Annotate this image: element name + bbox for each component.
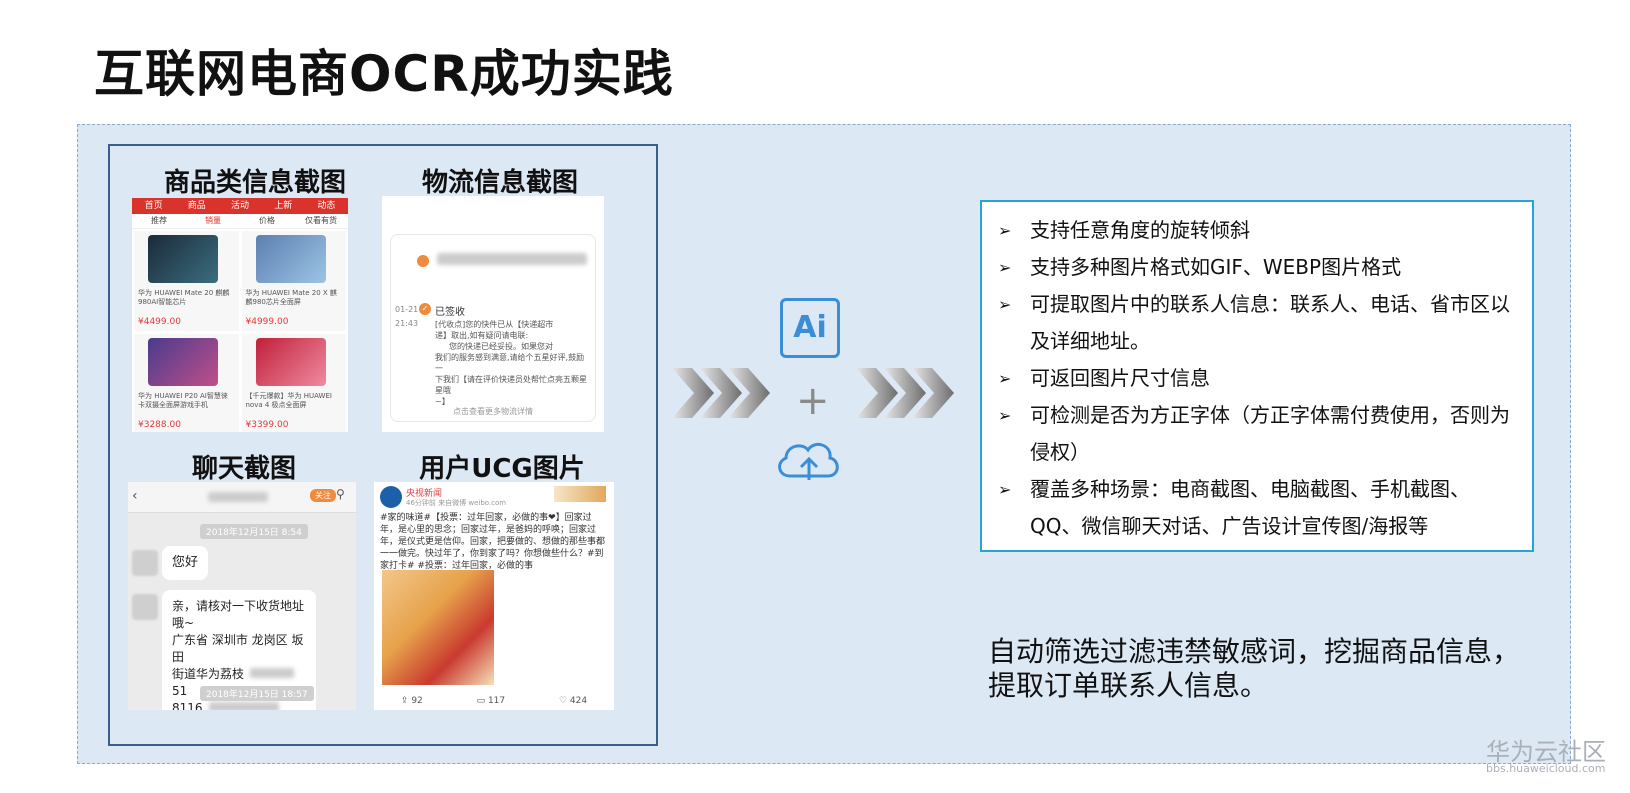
product-card: 华为 HUAWEI Mate 20 麒麟980AI智能芯片 ¥4499.00 <box>134 231 239 331</box>
chat-bubble: 您好 <box>162 546 209 580</box>
ugc-stats: ⇪ 92 ▭ 117 ♡ 424 <box>400 696 588 706</box>
feature-item: ➢ 支持任意角度的旋转倾斜 <box>994 212 1520 249</box>
product-name: 华为 HUAWEI Mate 20 X 麒麟980芯片全面屏 <box>245 289 337 306</box>
feature-item-continued: 及详细地址。 <box>1030 329 1150 353</box>
follow-badge: 关注 <box>310 489 336 502</box>
feature-item: ➢ 支持多种图片格式如GIF、WEBP图片格式 <box>994 249 1520 286</box>
logistics-more-link: 点击查看更多物流详情 <box>453 407 533 416</box>
banner-image <box>554 486 606 502</box>
arrow-bullet-icon: ➢ <box>998 406 1012 425</box>
product-price: ¥4999.00 <box>245 317 289 327</box>
product-card: 华为 HUAWEI Mate 20 X 麒麟980芯片全面屏 ¥4999.00 <box>241 231 346 331</box>
phone-image <box>148 338 218 386</box>
feature-item-continued: QQ、微信聊天对话、广告设计宣传图/海报等 <box>1030 514 1429 538</box>
share-icon: ⇪ <box>400 696 412 706</box>
product-price: ¥3288.00 <box>138 420 181 430</box>
chat-header: ‹ 关注 ⚲ <box>128 482 356 513</box>
ugc-illustration <box>382 570 494 685</box>
arrow-bullet-icon: ➢ <box>998 258 1012 277</box>
feature-item: ➢ 可返回图片尺寸信息 <box>994 360 1520 397</box>
product-price: ¥3399.00 <box>245 420 289 430</box>
product-sort-bar: 推荐 销量 价格 仅看有货 <box>132 214 348 229</box>
chevron-arrows-icon <box>672 368 770 418</box>
product-tabs: 首页 商品 活动 上新 动态 <box>132 198 348 214</box>
logistics-screenshot: 01-21 21:43 ✓ 已签收 [代收点]您的快件已从【快递超市 递】取出,… <box>382 196 604 432</box>
feature-item: ➢ 可检测是否为方正字体（方正字体需付费使用，否则为 <box>994 397 1520 434</box>
sort-option: 推荐 <box>151 216 167 225</box>
ugc-meta: 46分钟前 来自微博 weibo.com <box>406 499 507 507</box>
chat-timestamp: 2018年12月15日 18:57 <box>200 686 314 701</box>
arrow-bullet-icon: ➢ <box>998 295 1012 314</box>
logistics-dot-icon <box>417 255 429 267</box>
avatar <box>132 594 158 620</box>
logistics-time: 21:43 <box>395 319 419 328</box>
ugc-screenshot: 央视新闻 46分钟前 来自微博 weibo.com #家的味道#【投票：过年回家… <box>374 482 614 710</box>
product-name: 华为 HUAWEI Mate 20 麒麟980AI智能芯片 <box>138 289 230 306</box>
chat-timestamp: 2018年12月15日 8:54 <box>200 524 308 539</box>
product-price: ¥4499.00 <box>138 317 181 327</box>
logistics-detail: [代收点]您的快件已从【快递超市 递】取出,如有疑问请电联: 您的快递已经妥投。… <box>435 320 587 406</box>
feature-list: ➢ 支持任意角度的旋转倾斜 ➢ 支持多种图片格式如GIF、WEBP图片格式 ➢ 可提取… <box>994 212 1520 545</box>
chevron-arrows-icon <box>856 368 954 418</box>
product-card: 【千元爆款】华为 HUAWEI nova 4 极点全面屏 ¥3399.00 <box>241 334 346 432</box>
ai-icon: Ai <box>780 298 840 358</box>
cloud-upload-icon <box>778 442 839 480</box>
screenshot-collection: 商品类信息截图 物流信息截图 聊天截图 用户UCG图片 首页 商品 活动 上新 … <box>108 144 658 746</box>
cctv-avatar-icon <box>380 486 402 508</box>
ugc-text: #家的味道#【投票：过年回家，必做的事❤】回家过年，是心里的思念；回家过年，是爸… <box>380 513 606 571</box>
summary-text: 自动筛选过滤违禁敏感词，挖掘商品信息， 提取订单联系人信息。 <box>988 635 1521 702</box>
arrow-bullet-icon: ➢ <box>998 369 1012 388</box>
phone-image <box>255 338 326 386</box>
like-icon: ♡ <box>558 696 570 706</box>
feature-list-box: ➢ 支持任意角度的旋转倾斜 ➢ 支持多种图片格式如GIF、WEBP图片格式 ➢ 可提取… <box>980 200 1534 552</box>
sort-option: 仅看有货 <box>305 216 337 225</box>
avatar <box>132 550 158 576</box>
logistics-status: 已签收 <box>435 307 465 318</box>
product-card: 华为 HUAWEI P20 AI智慧徕卡双摄全面屏游戏手机 ¥3288.00 <box>134 334 239 432</box>
product-grid: 华为 HUAWEI Mate 20 麒麟980AI智能芯片 ¥4499.00 华… <box>132 229 348 432</box>
product-name: 【千元爆款】华为 HUAWEI nova 4 极点全面屏 <box>245 392 332 409</box>
logistics-screenshot-label: 物流信息截图 <box>421 168 578 198</box>
phone-image <box>148 235 218 283</box>
chat-screenshot-label: 聊天截图 <box>191 454 296 484</box>
product-screenshot-label: 商品类信息截图 <box>163 168 346 198</box>
back-icon: ‹ <box>132 488 138 504</box>
feature-item: ➢ 覆盖多种场景：电商截图、电脑截图、手机截图、 <box>994 471 1520 508</box>
product-tab: 首页 <box>144 201 163 211</box>
sort-option: 价格 <box>259 216 275 225</box>
chat-screenshot: ‹ 关注 ⚲ 2018年12月15日 8:54 您好 亲，请核对一下收货地址哦~… <box>128 482 356 710</box>
sort-option: 销量 <box>205 216 221 225</box>
arrow-bullet-icon: ➢ <box>998 480 1012 499</box>
arrow-bullet-icon: ➢ <box>998 221 1012 240</box>
product-tab: 活动 <box>231 201 250 211</box>
feature-item: ➢ 可提取图片中的联系人信息：联系人、电话、省市区以 <box>994 286 1520 323</box>
feature-item-continued: 侵权） <box>1030 440 1090 464</box>
page-title: 互联网电商OCR成功实践 <box>94 45 674 103</box>
comment-icon: ▭ <box>476 696 488 706</box>
user-icon: ⚲ <box>336 487 345 501</box>
logistics-card: 01-21 21:43 ✓ 已签收 [代收点]您的快件已从【快递超市 递】取出,… <box>390 234 596 422</box>
product-name: 华为 HUAWEI P20 AI智慧徕卡双摄全面屏游戏手机 <box>138 392 228 409</box>
plus-icon: + <box>796 378 830 424</box>
ugc-screenshot-label: 用户UCG图片 <box>419 454 585 484</box>
product-tab: 商品 <box>187 201 206 211</box>
product-tab: 上新 <box>274 201 293 211</box>
product-screenshot: 首页 商品 活动 上新 动态 推荐 销量 价格 仅看有货 华为 HUAWEI M… <box>132 198 348 432</box>
brand-url: bbs.huaweicloud.com <box>1486 762 1606 775</box>
check-icon: ✓ <box>419 303 431 315</box>
logistics-date: 01-21 <box>395 305 419 314</box>
phone-image <box>255 235 326 283</box>
product-tab: 动态 <box>317 201 336 211</box>
